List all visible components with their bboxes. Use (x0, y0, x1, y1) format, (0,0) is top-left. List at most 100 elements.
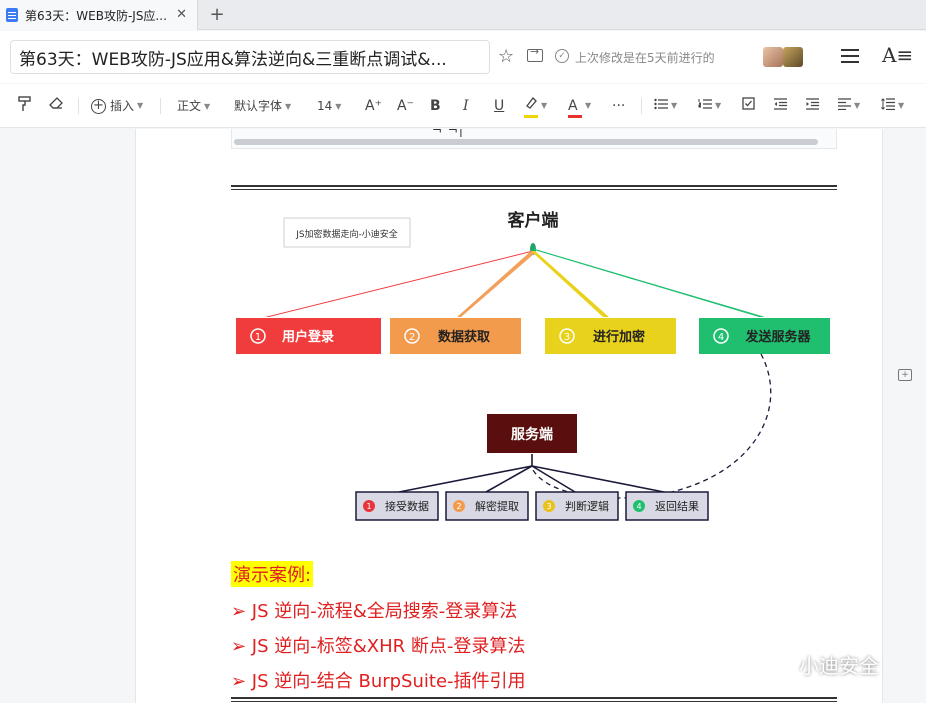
font-family-label: 默认字体 (234, 99, 283, 113)
step-number: 1 (255, 332, 261, 343)
chevron-down-icon: ▼ (854, 101, 861, 110)
wechat-watermark: 小迪安全 (761, 650, 879, 679)
server-box: 服务端 (487, 414, 577, 453)
chevron-down-icon: ▼ (285, 101, 292, 111)
right-gutter (883, 129, 926, 703)
server-step-box-2: 2 解密提取 (445, 491, 529, 521)
chevron-down-icon: ▼ (137, 101, 144, 110)
chevron-down-icon: ▼ (204, 101, 211, 111)
insert-button[interactable]: + 插入 ▼ (91, 96, 143, 116)
saved-status-icon: ✓ (555, 49, 569, 63)
highlight-color-swatch (524, 115, 538, 118)
outdent-icon (774, 98, 787, 110)
toolbar-divider (160, 98, 161, 114)
saved-status-text[interactable]: 上次修改是在5天前进行的 (575, 49, 715, 66)
document-title: 第63天：WEB攻防-JS应用&算法逆向&三重断点调试&... (19, 49, 447, 70)
step-box-1: 1 用户登录 (236, 318, 381, 354)
connector-line (457, 251, 535, 317)
server-step-box-4: 4 返回结果 (625, 491, 709, 521)
collaborator-avatar[interactable] (783, 47, 803, 67)
js-encryption-flow-diagram: JS加密数据走向-小迪安全 客户端 1 用户登录 2 数据获取 3 进行加密 4… (236, 210, 830, 521)
collaborator-avatar[interactable] (763, 47, 783, 67)
server-step-label: 返回结果 (655, 500, 699, 513)
step-label: 数据获取 (438, 329, 491, 345)
numbered-list-button[interactable]: ▼ (698, 96, 728, 116)
step-label: 用户登录 (281, 329, 334, 345)
menu-icon[interactable] (841, 49, 859, 63)
case-item[interactable]: ➢ JS 逆向-流程&全局搜索-登录算法 (231, 597, 517, 623)
close-icon[interactable]: ✕ (176, 7, 187, 22)
format-painter-icon[interactable] (18, 96, 32, 116)
increase-indent-button[interactable] (805, 96, 819, 116)
more-options-button[interactable]: ··· (612, 96, 625, 116)
watermark-text: 小迪安全 (799, 654, 879, 678)
server-step-box-1: 1 接受数据 (355, 491, 439, 521)
document-title-field[interactable]: 第63天：WEB攻防-JS应用&算法逆向&三重断点调试&... (10, 40, 490, 74)
paragraph-style-select[interactable]: 正文 ▼ (177, 96, 210, 116)
decrease-font-size-button[interactable]: A⁻ (397, 96, 414, 116)
highlight-color-button[interactable]: ▼ (524, 96, 554, 118)
step-box-3: 3 进行加密 (545, 318, 676, 354)
server-step-number: 2 (456, 502, 461, 511)
step-label: 发送服务器 (744, 329, 811, 345)
highlighter-icon (524, 96, 538, 118)
font-size-label: 14 (317, 99, 333, 113)
code-block-scrollbar[interactable] (234, 139, 818, 145)
server-step-label: 判断逻辑 (565, 499, 609, 513)
tab-title: 第63天：WEB攻防-JS应... (25, 8, 167, 23)
checklist-button[interactable] (742, 96, 755, 116)
server-step-box-3: 3 判断逻辑 (535, 491, 619, 521)
step-number: 3 (564, 332, 570, 343)
server-step-label: 解密提取 (475, 499, 519, 513)
indent-icon (806, 98, 819, 110)
toolbar-divider (78, 98, 79, 114)
code-block[interactable]: ¬ ¬| (231, 129, 837, 149)
decrease-indent-button[interactable] (773, 96, 787, 116)
italic-button[interactable]: I (463, 96, 469, 116)
document-page[interactable]: ¬ ¬| JS加密数据走向-小迪安全 客户端 1 用户登录 2 数据获取 3 进… (135, 129, 883, 703)
bold-button[interactable]: B (430, 96, 441, 116)
paragraph-style-label: 正文 (177, 99, 202, 113)
chevron-down-icon: ▼ (671, 101, 678, 110)
new-tab-button[interactable]: + (207, 4, 227, 25)
bullet-list-button[interactable]: ▼ (654, 96, 684, 116)
add-comment-icon[interactable]: + (898, 369, 912, 381)
align-left-icon (838, 98, 851, 111)
font-color-button[interactable]: A ▼ (568, 96, 598, 118)
increase-font-size-button[interactable]: A⁺ (365, 96, 382, 116)
toolbar-divider (641, 98, 642, 114)
step-box-4: 4 发送服务器 (699, 318, 830, 354)
server-step-number: 1 (366, 502, 371, 511)
step-number: 2 (409, 332, 415, 343)
move-to-folder-icon[interactable] (527, 45, 543, 62)
server-step-number: 3 (546, 502, 551, 511)
checkbox-icon (742, 97, 755, 110)
star-icon[interactable]: ☆ (498, 46, 514, 67)
insert-label: 插入 (110, 99, 135, 113)
server-label: 服务端 (511, 426, 553, 443)
line-spacing-button[interactable]: ▼ (881, 96, 911, 116)
code-block-text: ¬ ¬| (432, 129, 464, 137)
font-size-select[interactable]: 14 ▼ (317, 96, 341, 116)
step-number: 4 (718, 332, 724, 343)
horizontal-rule (231, 185, 837, 190)
underline-button[interactable]: U (494, 96, 504, 116)
server-step-number: 4 (636, 502, 641, 511)
chevron-down-icon: ▼ (715, 101, 722, 110)
left-gutter (0, 129, 135, 703)
docs-app: 第63天：WEB攻防-JS应... ✕ + 第63天：WEB攻防-JS应用&算法… (0, 0, 926, 703)
font-family-select[interactable]: 默认字体 ▼ (234, 96, 291, 116)
client-label: 客户端 (507, 210, 559, 231)
chevron-down-icon: ▼ (585, 101, 592, 110)
case-title[interactable]: 演示案例: (231, 561, 314, 587)
align-button[interactable]: ▼ (837, 96, 867, 116)
line-spacing-icon (881, 98, 895, 111)
connector-line (398, 465, 665, 493)
document-tab[interactable]: 第63天：WEB攻防-JS应... ✕ (0, 0, 198, 30)
browser-tab-bar: 第63天：WEB攻防-JS应... ✕ + (0, 0, 926, 30)
case-item[interactable]: ➢ JS 逆向-标签&XHR 断点-登录算法 (231, 632, 525, 658)
case-item[interactable]: ➢ JS 逆向-结合 BurpSuite-插件引用 (231, 667, 526, 693)
clear-format-icon[interactable] (49, 96, 64, 116)
connector-line (531, 251, 609, 317)
text-format-panel-icon[interactable]: A≡ (882, 43, 913, 67)
